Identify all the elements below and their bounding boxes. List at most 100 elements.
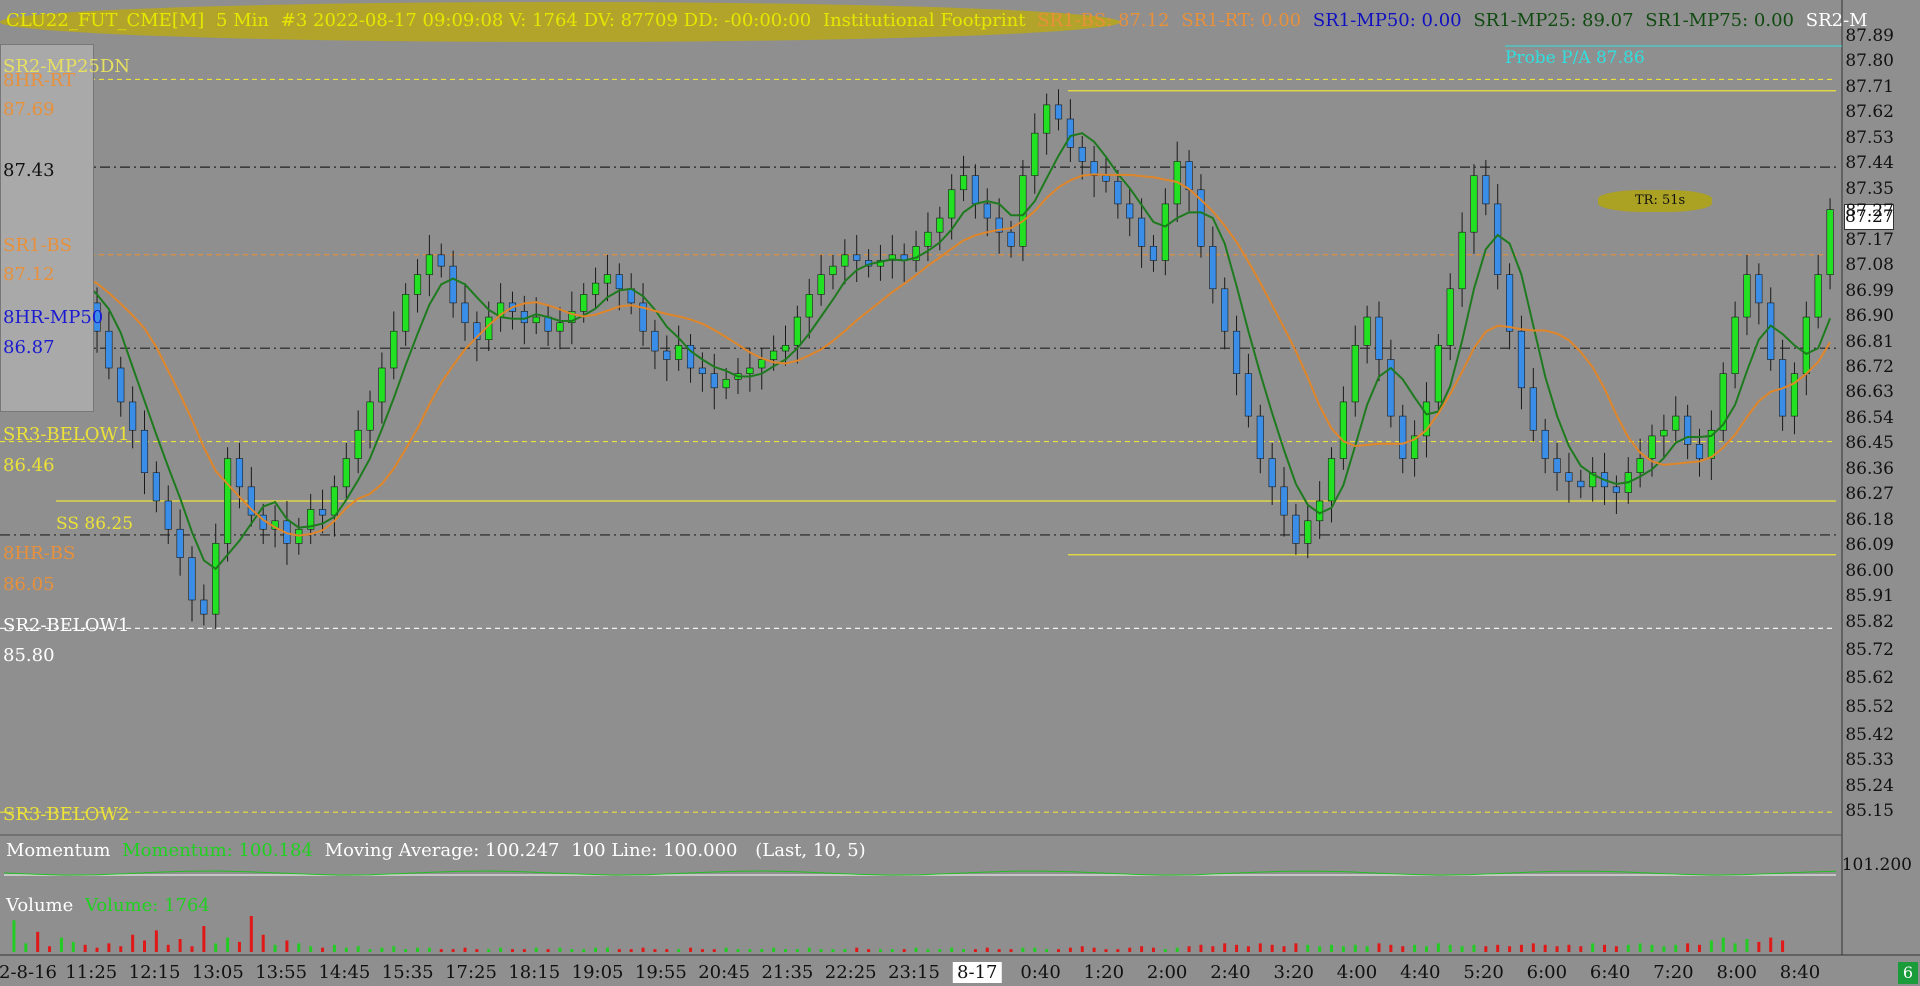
volume-bar bbox=[1223, 943, 1227, 952]
candle-body bbox=[841, 254, 849, 267]
volume-bar bbox=[938, 949, 942, 952]
volume-bar bbox=[997, 949, 1001, 952]
candle-body bbox=[342, 458, 350, 488]
candle-body bbox=[1814, 274, 1822, 318]
candle-body bbox=[413, 274, 422, 295]
candle-body bbox=[1209, 246, 1217, 290]
volume-bar bbox=[1697, 944, 1701, 952]
price-tick-label: 87.80 bbox=[1845, 51, 1894, 72]
volume-title: Volume bbox=[6, 895, 74, 916]
momentum-params: (Last, 10, 5) bbox=[755, 840, 866, 861]
candle-body bbox=[188, 557, 196, 601]
volume-bar bbox=[143, 940, 147, 952]
volume-bar bbox=[1591, 943, 1595, 952]
candle-body bbox=[1755, 274, 1763, 304]
volume-bar bbox=[273, 944, 277, 952]
volume-bar bbox=[1045, 949, 1049, 952]
volume-bar bbox=[95, 947, 99, 952]
volume-bar bbox=[1033, 947, 1037, 952]
price-tick-label: 85.24 bbox=[1845, 775, 1894, 796]
candle-body bbox=[1660, 429, 1668, 437]
candle-body bbox=[1327, 458, 1336, 502]
volume-bar bbox=[1757, 941, 1761, 952]
price-tick-label: 86.09 bbox=[1845, 535, 1894, 556]
candle-body bbox=[1553, 458, 1561, 473]
level-value-8hr-rt: 87.69 bbox=[3, 99, 55, 120]
ma-fast-line bbox=[13, 132, 1832, 571]
volume-bar bbox=[902, 949, 906, 952]
volume-bar bbox=[1472, 944, 1476, 952]
level-label-sr3-below2: SR3-BELOW2 bbox=[3, 804, 130, 825]
price-chart[interactable] bbox=[0, 0, 1920, 986]
volume-bar bbox=[1128, 947, 1132, 952]
candle-body bbox=[129, 401, 137, 431]
volume-bar bbox=[689, 947, 693, 952]
volume-bar bbox=[1745, 939, 1749, 952]
volume-bar bbox=[1282, 946, 1286, 952]
price-tick-label: 86.90 bbox=[1845, 306, 1894, 327]
volume-panel-title: Volume Volume: 1764 bbox=[6, 895, 210, 916]
volume-bar bbox=[914, 947, 918, 952]
volume-bar bbox=[1389, 944, 1393, 952]
volume-bar bbox=[487, 949, 491, 952]
price-tick-label: 85.72 bbox=[1845, 639, 1894, 660]
volume-bar bbox=[1781, 940, 1785, 952]
volume-bar bbox=[83, 944, 87, 952]
volume-bar bbox=[1733, 943, 1737, 952]
price-box-label: 87.43 bbox=[3, 160, 55, 181]
sr1-rt-label: SR1-RT: 0.00 bbox=[1181, 10, 1302, 31]
candle-body bbox=[1517, 330, 1526, 389]
momentum-title: Momentum bbox=[6, 840, 111, 861]
volume-bar bbox=[285, 940, 289, 952]
candle-body bbox=[152, 472, 160, 502]
candle-body bbox=[1470, 175, 1478, 233]
time-tick-label: 19:05 bbox=[571, 962, 624, 983]
candle-body bbox=[1434, 345, 1442, 403]
sr1-mp75-label: SR1-MP75: 0.00 bbox=[1645, 10, 1794, 31]
volume-bar bbox=[1555, 946, 1559, 952]
candle-body bbox=[924, 231, 932, 247]
time-tick-label: 8-17 bbox=[953, 962, 1002, 983]
candle-body bbox=[1031, 132, 1039, 176]
volume-bar bbox=[1341, 946, 1345, 952]
volume-bar bbox=[1769, 937, 1773, 952]
candle-body bbox=[176, 528, 184, 558]
volume-bar bbox=[356, 946, 360, 952]
candle-body bbox=[318, 509, 327, 516]
volume-bar bbox=[297, 943, 301, 952]
volume-bar bbox=[1377, 943, 1381, 952]
volume-bar bbox=[1603, 944, 1607, 952]
volume-bar bbox=[1424, 946, 1428, 952]
candle-body bbox=[556, 322, 564, 332]
price-tick-label: 86.18 bbox=[1845, 509, 1894, 530]
candle-body bbox=[1256, 415, 1264, 459]
candle-body bbox=[1126, 203, 1134, 219]
candle-body bbox=[1648, 435, 1656, 459]
volume-bar bbox=[1448, 944, 1452, 952]
candle-body bbox=[1375, 316, 1383, 360]
volume-bar bbox=[629, 949, 633, 952]
volume-bar bbox=[1330, 944, 1334, 952]
volume-bar bbox=[973, 949, 977, 952]
volume-bar bbox=[119, 946, 123, 952]
volume-bar bbox=[1140, 946, 1144, 952]
price-tick-label: 86.54 bbox=[1845, 407, 1894, 428]
price-tick-label: 87.08 bbox=[1845, 255, 1894, 276]
time-tick-label: 8:40 bbox=[1779, 962, 1821, 983]
volume-bar bbox=[1104, 949, 1108, 952]
level-value-8hr-bs: 86.05 bbox=[3, 574, 55, 595]
time-tick-label: 8:00 bbox=[1716, 962, 1757, 983]
volume-bar bbox=[202, 926, 206, 952]
volume-bar bbox=[190, 946, 194, 952]
candle-body bbox=[853, 254, 861, 261]
price-tick-label: 87.89 bbox=[1845, 25, 1894, 46]
time-tick-label: 14:45 bbox=[318, 962, 371, 983]
candle-body bbox=[1066, 118, 1074, 148]
candle-body bbox=[1767, 302, 1775, 360]
volume-bar bbox=[795, 949, 799, 952]
candle-body bbox=[1102, 175, 1110, 182]
candle-body bbox=[758, 359, 766, 369]
candle-body bbox=[1185, 161, 1193, 191]
candle-body bbox=[675, 345, 683, 360]
volume-bar bbox=[392, 946, 396, 952]
